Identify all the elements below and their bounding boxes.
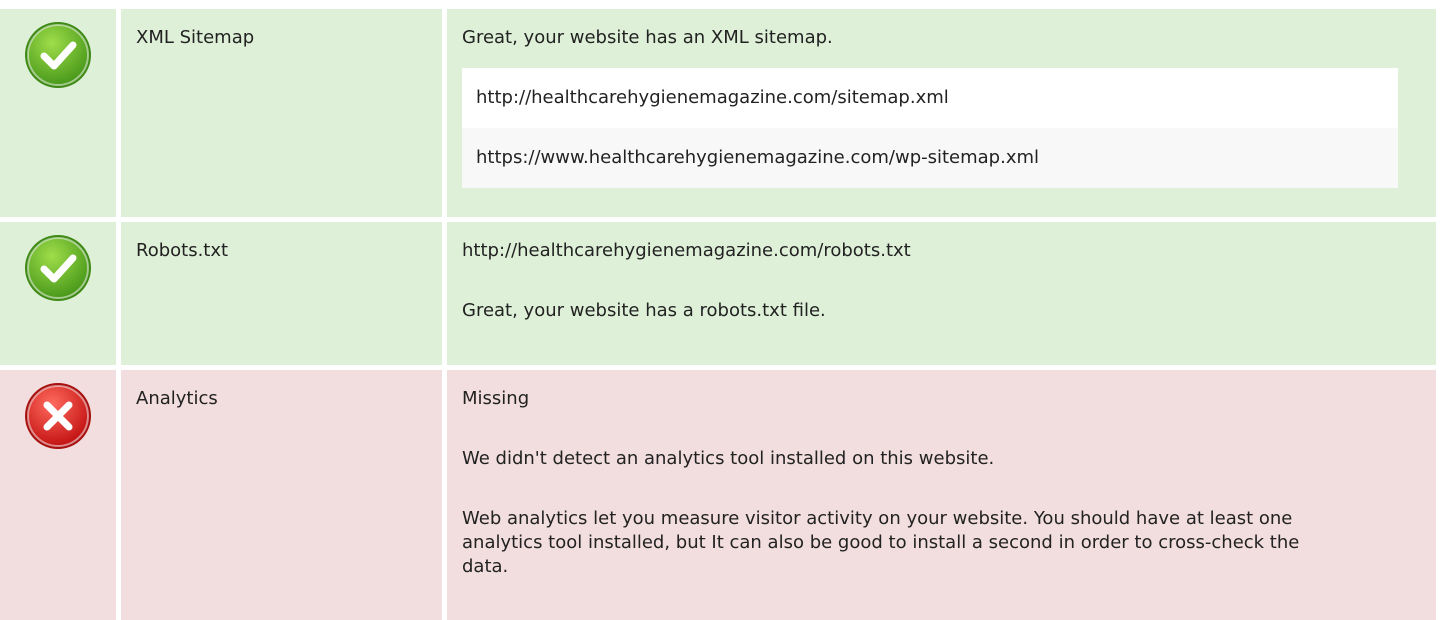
sitemap-row: XML Sitemap Great, your website has an X… bbox=[0, 9, 1436, 217]
robots-result-cell: http://healthcarehygienemagazine.com/rob… bbox=[447, 222, 1436, 365]
sitemap-url-item: https://www.healthcarehygienemagazine.co… bbox=[462, 128, 1398, 188]
robots-row: Robots.txt http://healthcarehygienemagaz… bbox=[0, 222, 1436, 365]
seo-checks-table: XML Sitemap Great, your website has an X… bbox=[0, 9, 1436, 620]
check-circle-icon bbox=[25, 22, 91, 88]
analytics-name: Analytics bbox=[136, 388, 218, 409]
sitemap-status-cell bbox=[0, 9, 116, 217]
check-circle-icon bbox=[25, 235, 91, 301]
sitemap-url-list: http://healthcarehygienemagazine.com/sit… bbox=[462, 68, 1398, 188]
analytics-row: Analytics Missing We didn't detect an an… bbox=[0, 370, 1436, 620]
robots-status-cell bbox=[0, 222, 116, 365]
sitemap-name-cell: XML Sitemap bbox=[121, 9, 442, 217]
sitemap-result-cell: Great, your website has an XML sitemap. … bbox=[447, 9, 1436, 217]
analytics-description: Web analytics let you measure visitor ac… bbox=[462, 508, 1300, 577]
sitemap-message: Great, your website has an XML sitemap. bbox=[462, 27, 833, 48]
x-circle-icon bbox=[25, 383, 91, 449]
analytics-name-cell: Analytics bbox=[121, 370, 442, 620]
robots-message: Great, your website has a robots.txt fil… bbox=[462, 300, 826, 321]
robots-name-cell: Robots.txt bbox=[121, 222, 442, 365]
sitemap-url-item: http://healthcarehygienemagazine.com/sit… bbox=[476, 87, 949, 108]
robots-url: http://healthcarehygienemagazine.com/rob… bbox=[462, 240, 911, 261]
analytics-result-cell: Missing We didn't detect an analytics to… bbox=[447, 370, 1436, 620]
analytics-status: Missing bbox=[462, 388, 530, 409]
sitemap-name: XML Sitemap bbox=[136, 27, 255, 48]
robots-name: Robots.txt bbox=[136, 240, 229, 261]
analytics-status-cell bbox=[0, 370, 116, 620]
analytics-message: We didn't detect an analytics tool insta… bbox=[462, 448, 995, 469]
